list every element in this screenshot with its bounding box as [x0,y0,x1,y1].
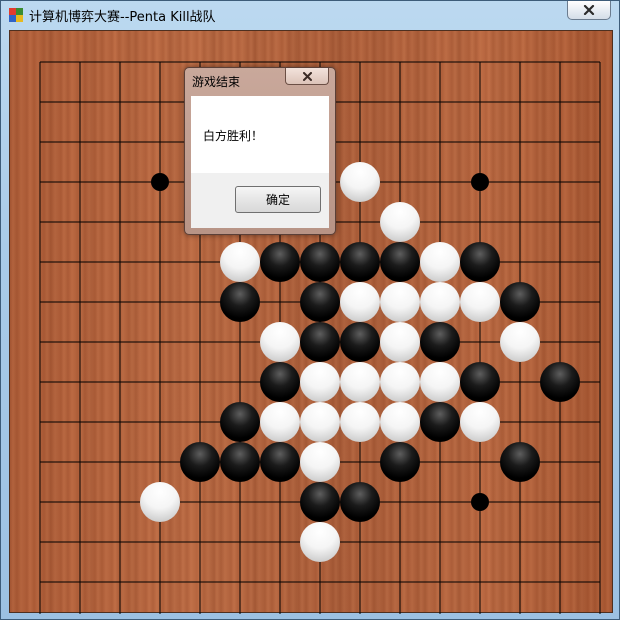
white-stone [420,242,460,282]
white-stone [260,402,300,442]
dialog-title: 游戏结束 [192,75,241,89]
black-stone [180,442,220,482]
white-stone [380,362,420,402]
star-point [471,493,489,511]
white-stone [300,402,340,442]
white-stone [420,282,460,322]
black-stone [340,322,380,362]
white-stone [460,402,500,442]
white-stone [340,362,380,402]
black-stone [500,442,540,482]
dialog-close-button[interactable] [285,68,329,85]
title-bar[interactable]: 计算机博弈大赛--Penta Kill战队 [1,1,619,29]
white-stone [300,522,340,562]
dialog-message: 白方胜利！ [203,129,264,143]
white-stone [340,282,380,322]
white-stone [380,402,420,442]
white-stone [500,322,540,362]
window-title: 计算机博弈大赛--Penta Kill战队 [29,10,216,25]
white-stone [380,282,420,322]
close-icon [302,71,312,81]
white-stone [460,282,500,322]
white-stone [420,362,460,402]
star-point [151,173,169,191]
black-stone [260,362,300,402]
black-stone [220,442,260,482]
app-icon[interactable] [8,7,24,23]
black-stone [380,442,420,482]
black-stone [460,242,500,282]
ok-button[interactable]: 确定 [235,186,321,213]
black-stone [500,282,540,322]
white-stone [380,322,420,362]
white-stone [300,442,340,482]
white-stone [380,202,420,242]
main-window: 计算机博弈大赛--Penta Kill战队 游戏结束 白方胜利！ 确定 [0,0,620,620]
black-stone [260,442,300,482]
black-stone [300,242,340,282]
black-stone [460,362,500,402]
white-stone [340,162,380,202]
black-stone [220,402,260,442]
dialog-footer: 确定 [191,173,329,228]
black-stone [420,322,460,362]
white-stone [220,242,260,282]
game-over-dialog: 游戏结束 白方胜利！ 确定 [184,67,336,235]
black-stone [340,242,380,282]
black-stone [380,242,420,282]
black-stone [300,282,340,322]
black-stone [260,242,300,282]
black-stone [420,402,460,442]
black-stone [540,362,580,402]
dialog-body: 白方胜利！ [191,96,329,173]
white-stone [260,322,300,362]
white-stone [300,362,340,402]
star-point [471,173,489,191]
close-button[interactable] [567,1,611,20]
black-stone [300,322,340,362]
white-stone [140,482,180,522]
black-stone [340,482,380,522]
black-stone [300,482,340,522]
close-icon [583,5,595,15]
black-stone [220,282,260,322]
white-stone [340,402,380,442]
